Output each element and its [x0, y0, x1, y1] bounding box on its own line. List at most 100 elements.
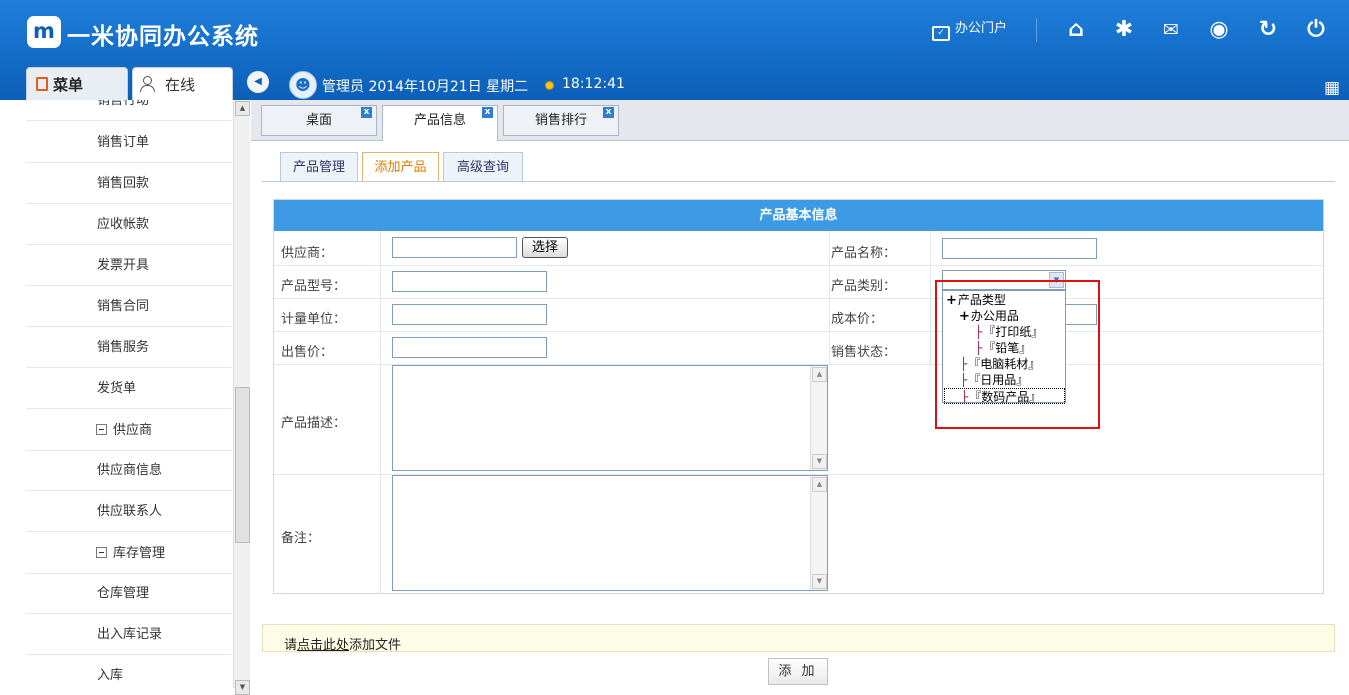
scroll-up-icon[interactable]: ▲ [812, 477, 827, 492]
sidebar-item[interactable]: 应收帐款 [26, 204, 232, 245]
scroll-up-icon[interactable]: ▲ [235, 101, 250, 116]
sidebar-item[interactable]: 入库 [26, 655, 232, 688]
add-button[interactable]: 添 加 [768, 658, 828, 685]
remark-textarea[interactable]: ▲ ▼ [392, 475, 828, 591]
user-name: 管理员 [322, 79, 364, 95]
sidebar-item[interactable]: 出入库记录 [26, 614, 232, 655]
sidebar-item[interactable]: 销售订单 [26, 122, 232, 163]
model-input[interactable] [392, 271, 547, 292]
office-portal-label: 办公门户 [955, 21, 1008, 36]
supplier-input[interactable] [392, 237, 517, 258]
clock-icon [545, 81, 554, 90]
sidebar-item[interactable]: 发票开具 [26, 245, 232, 286]
gear-icon[interactable]: ✱ [1110, 16, 1138, 44]
collapse-icon[interactable] [96, 424, 107, 435]
sale-status-label: 销售状态： [831, 345, 897, 360]
description-textarea[interactable]: ▲ ▼ [392, 365, 828, 471]
user-date-info: 管理员 2014年10月21日 星期二 [322, 76, 528, 96]
divider [262, 181, 1335, 182]
divider [930, 231, 931, 364]
scrollbar-thumb[interactable] [235, 387, 250, 543]
tab-product-manage[interactable]: 产品管理 [280, 152, 358, 182]
page-tab-bar: 桌面 x 产品信息 x 销售排行 x [251, 100, 1349, 141]
divider [1036, 18, 1037, 42]
sidebar-item-sales-action[interactable]: 销售行动 [26, 100, 232, 121]
close-icon[interactable]: x [482, 107, 493, 118]
sidebar-item[interactable]: 仓库管理 [26, 573, 232, 614]
remark-label: 备注： [281, 531, 321, 546]
scroll-up-icon[interactable]: ▲ [812, 367, 827, 382]
user-icon [140, 76, 155, 92]
sidebar-scrollbar[interactable]: ▲ ▼ [233, 100, 250, 695]
sidebar-group-supplier[interactable]: 供应商 [26, 410, 232, 451]
description-label: 产品描述： [281, 416, 347, 431]
app-logo: m [27, 16, 61, 48]
tab-menu-label: 菜单 [53, 76, 84, 94]
tab-advanced-search[interactable]: 高级查询 [443, 152, 523, 182]
select-supplier-button[interactable]: 选择 [522, 237, 568, 258]
sidebar-item[interactable]: 销售回款 [26, 163, 232, 204]
close-icon[interactable]: x [603, 107, 614, 118]
price-label: 出售价： [281, 345, 334, 360]
office-portal-link[interactable]: ✓ 办公门户 [932, 17, 1007, 41]
sidebar-group-label: 库存管理 [113, 546, 166, 561]
sidebar-item[interactable]: 供应联系人 [26, 491, 232, 532]
tab-label: 销售排行 [534, 113, 587, 128]
tab-desktop[interactable]: 桌面 x [261, 105, 377, 136]
collapse-icon[interactable] [96, 547, 107, 558]
avatar: ☻ [289, 71, 317, 99]
tab-label: 桌面 [305, 113, 332, 128]
grid-icon[interactable]: ▦ [1323, 79, 1341, 97]
scroll-down-icon[interactable]: ▼ [812, 454, 827, 469]
divider [274, 298, 1323, 299]
upload-prefix: 请 [284, 638, 298, 653]
category-label: 产品类别： [831, 279, 897, 294]
tab-add-product[interactable]: 添加产品 [362, 152, 439, 182]
divider [829, 231, 830, 364]
refresh-icon[interactable]: ↻ [1254, 16, 1282, 44]
top-header: m 一米协同办公系统 ✓ 办公门户 ⌂ ✱ ✉ ◉ ↻ ⏻ 菜单 在线 ◀ ☻ 管… [0, 0, 1349, 100]
monitor-icon: ✓ [932, 26, 950, 41]
scroll-down-icon[interactable]: ▼ [812, 574, 827, 589]
collapse-sidebar-button[interactable]: ◀ [247, 71, 269, 93]
form-header: 产品基本信息 [274, 200, 1323, 231]
sidebar-item[interactable]: 销售服务 [26, 327, 232, 368]
tab-label: 产品信息 [413, 113, 466, 128]
tab-menu[interactable]: 菜单 [26, 67, 128, 100]
user-circle-icon[interactable]: ◉ [1205, 16, 1233, 44]
mail-icon[interactable]: ✉ [1157, 16, 1185, 44]
document-icon [36, 77, 48, 91]
power-icon[interactable]: ⏻ [1302, 16, 1330, 44]
close-icon[interactable]: x [361, 107, 372, 118]
sidebar-item[interactable]: 销售合同 [26, 286, 232, 327]
divider [274, 331, 1323, 332]
app-title: 一米协同办公系统 [67, 24, 259, 50]
tab-online-label: 在线 [165, 76, 196, 94]
sidebar-group-label: 供应商 [113, 423, 153, 438]
sidebar-item[interactable]: 发货单 [26, 368, 232, 409]
supplier-label: 供应商： [281, 246, 334, 261]
textarea-scrollbar[interactable]: ▲ ▼ [810, 476, 827, 590]
model-label: 产品型号： [281, 279, 347, 294]
upload-bar: 请点击此处添加文件 [262, 624, 1335, 653]
tab-sales-ranking[interactable]: 销售排行 x [503, 105, 619, 136]
textarea-scrollbar[interactable]: ▲ ▼ [810, 366, 827, 470]
current-date: 2014年10月21日 星期二 [368, 79, 529, 95]
highlight-box [935, 280, 1100, 429]
unit-input[interactable] [392, 304, 547, 325]
sidebar-menu: 销售行动 销售订单 销售回款 应收帐款 发票开具 销售合同 销售服务 发货单 供… [0, 100, 250, 688]
divider [380, 231, 381, 593]
sidebar-group-inventory[interactable]: 库存管理 [26, 533, 232, 574]
tab-online[interactable]: 在线 [132, 67, 233, 100]
tab-product-info[interactable]: 产品信息 x [382, 105, 498, 141]
sidebar-item[interactable]: 供应商信息 [26, 450, 232, 491]
cost-label: 成本价： [831, 312, 884, 327]
price-input[interactable] [392, 337, 547, 358]
home-icon[interactable]: ⌂ [1062, 16, 1090, 44]
upload-link[interactable]: 点击此处 [297, 638, 349, 653]
product-name-input[interactable] [942, 238, 1097, 259]
upload-suffix: 添加文件 [349, 638, 402, 653]
current-time: 18:12:41 [562, 76, 625, 92]
divider [274, 265, 1323, 266]
product-name-label: 产品名称： [831, 246, 897, 261]
